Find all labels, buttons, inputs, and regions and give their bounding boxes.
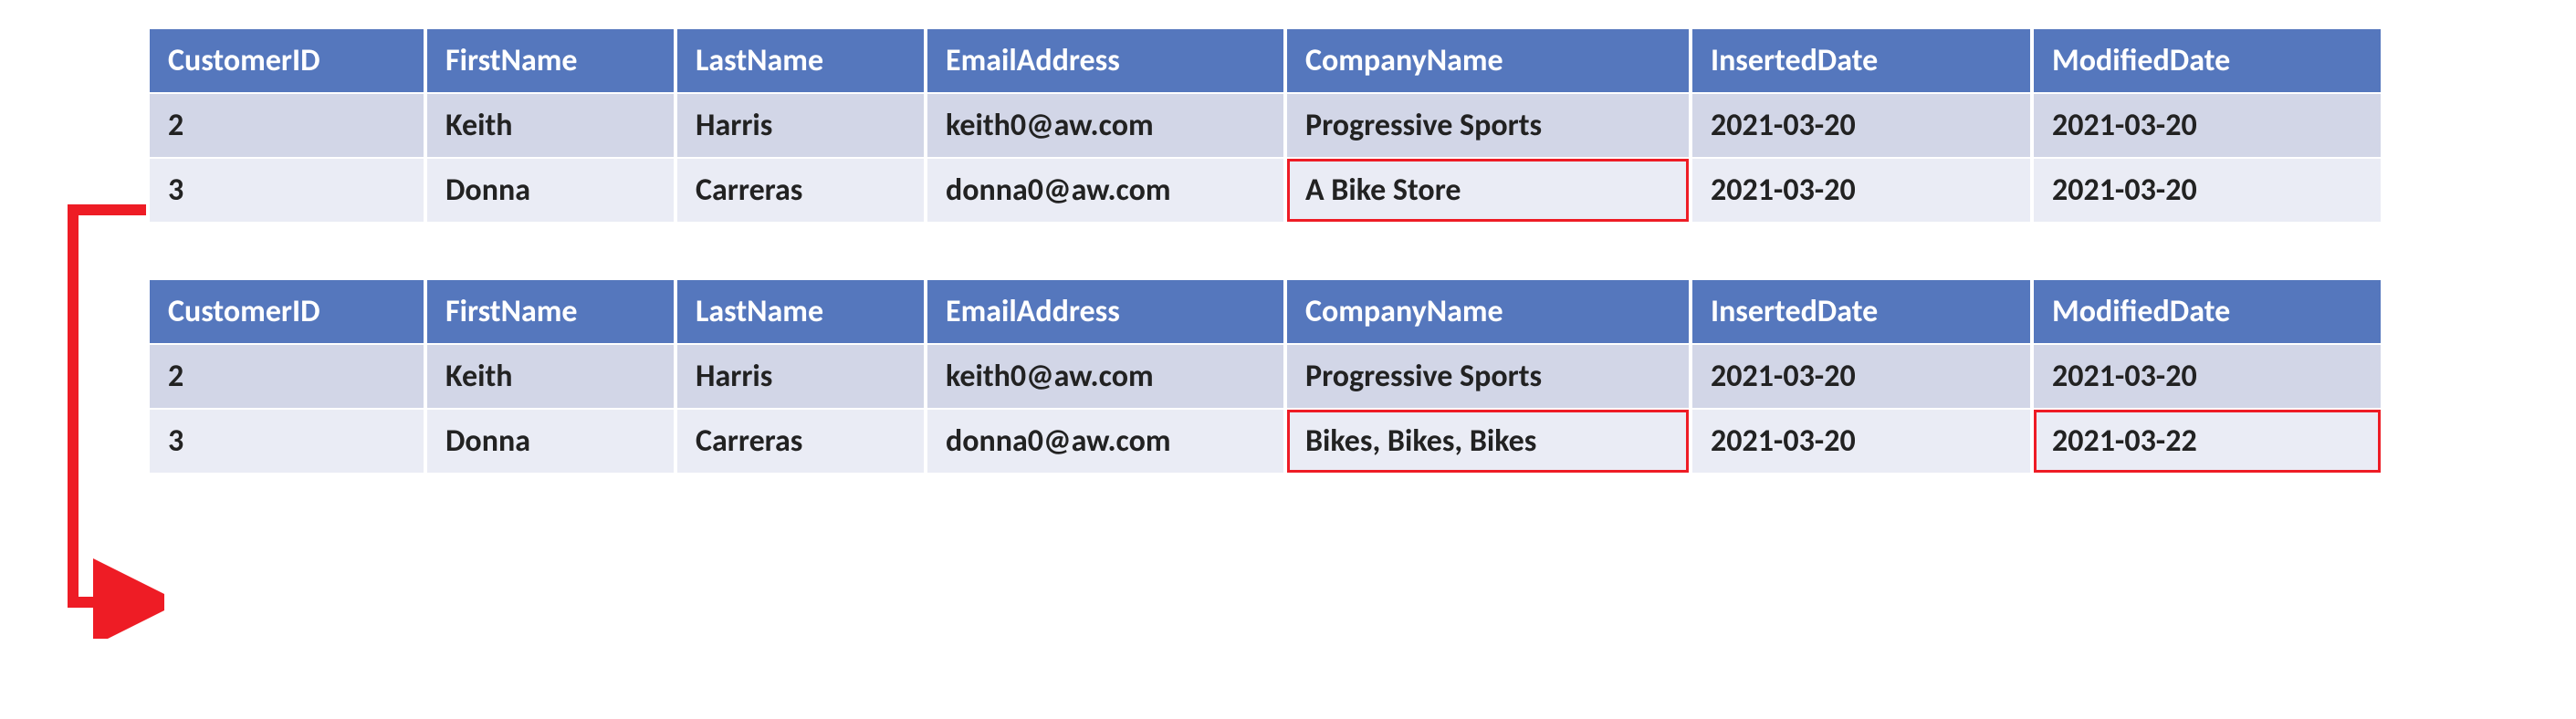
cell-customer-id: 2 bbox=[150, 345, 424, 408]
col-header-inserted-date: InsertedDate bbox=[1692, 29, 2030, 92]
col-header-email-address: EmailAddress bbox=[927, 280, 1283, 343]
cell-inserted-date: 2021-03-20 bbox=[1692, 94, 2030, 157]
arrow-down-icon bbox=[27, 182, 164, 639]
cell-modified-date: 2021-03-20 bbox=[2034, 159, 2381, 222]
cell-modified-date: 2021-03-20 bbox=[2034, 94, 2381, 157]
cell-email-address: keith0@aw.com bbox=[927, 94, 1283, 157]
diagram-root: { "columns": ["CustomerID", "FirstName",… bbox=[0, 0, 2576, 719]
tables-container: CustomerID FirstName LastName EmailAddre… bbox=[146, 27, 2384, 474]
col-header-customer-id: CustomerID bbox=[150, 280, 424, 343]
cell-company-name: A Bike Store bbox=[1287, 159, 1689, 222]
cell-first-name: Donna bbox=[427, 410, 674, 473]
cell-company-name: Progressive Sports bbox=[1287, 94, 1689, 157]
col-header-customer-id: CustomerID bbox=[150, 29, 424, 92]
cell-last-name: Carreras bbox=[677, 159, 924, 222]
cell-last-name: Carreras bbox=[677, 410, 924, 473]
cell-company-name: Bikes, Bikes, Bikes bbox=[1287, 410, 1689, 473]
table-row: 3 Donna Carreras donna0@aw.com A Bike St… bbox=[150, 159, 2381, 222]
cell-customer-id: 3 bbox=[150, 159, 424, 222]
cell-customer-id: 3 bbox=[150, 410, 424, 473]
table-row: 3 Donna Carreras donna0@aw.com Bikes, Bi… bbox=[150, 410, 2381, 473]
cell-email-address: donna0@aw.com bbox=[927, 159, 1283, 222]
table-header-row: CustomerID FirstName LastName EmailAddre… bbox=[150, 29, 2381, 92]
cell-company-name: Progressive Sports bbox=[1287, 345, 1689, 408]
col-header-inserted-date: InsertedDate bbox=[1692, 280, 2030, 343]
col-header-last-name: LastName bbox=[677, 29, 924, 92]
col-header-company-name: CompanyName bbox=[1287, 280, 1689, 343]
cell-inserted-date: 2021-03-20 bbox=[1692, 159, 2030, 222]
col-header-email-address: EmailAddress bbox=[927, 29, 1283, 92]
cell-last-name: Harris bbox=[677, 345, 924, 408]
col-header-modified-date: ModifiedDate bbox=[2034, 29, 2381, 92]
col-header-company-name: CompanyName bbox=[1287, 29, 1689, 92]
cell-last-name: Harris bbox=[677, 94, 924, 157]
cell-first-name: Donna bbox=[427, 159, 674, 222]
col-header-last-name: LastName bbox=[677, 280, 924, 343]
cell-modified-date: 2021-03-20 bbox=[2034, 345, 2381, 408]
cell-email-address: donna0@aw.com bbox=[927, 410, 1283, 473]
table-before: CustomerID FirstName LastName EmailAddre… bbox=[146, 27, 2384, 224]
col-header-modified-date: ModifiedDate bbox=[2034, 280, 2381, 343]
table-header-row: CustomerID FirstName LastName EmailAddre… bbox=[150, 280, 2381, 343]
cell-first-name: Keith bbox=[427, 94, 674, 157]
table-row: 2 Keith Harris keith0@aw.com Progressive… bbox=[150, 94, 2381, 157]
table-after: CustomerID FirstName LastName EmailAddre… bbox=[146, 278, 2384, 474]
col-header-first-name: FirstName bbox=[427, 29, 674, 92]
cell-inserted-date: 2021-03-20 bbox=[1692, 345, 2030, 408]
cell-first-name: Keith bbox=[427, 345, 674, 408]
cell-email-address: keith0@aw.com bbox=[927, 345, 1283, 408]
table-row: 2 Keith Harris keith0@aw.com Progressive… bbox=[150, 345, 2381, 408]
cell-inserted-date: 2021-03-20 bbox=[1692, 410, 2030, 473]
cell-customer-id: 2 bbox=[150, 94, 424, 157]
cell-modified-date: 2021-03-22 bbox=[2034, 410, 2381, 473]
col-header-first-name: FirstName bbox=[427, 280, 674, 343]
